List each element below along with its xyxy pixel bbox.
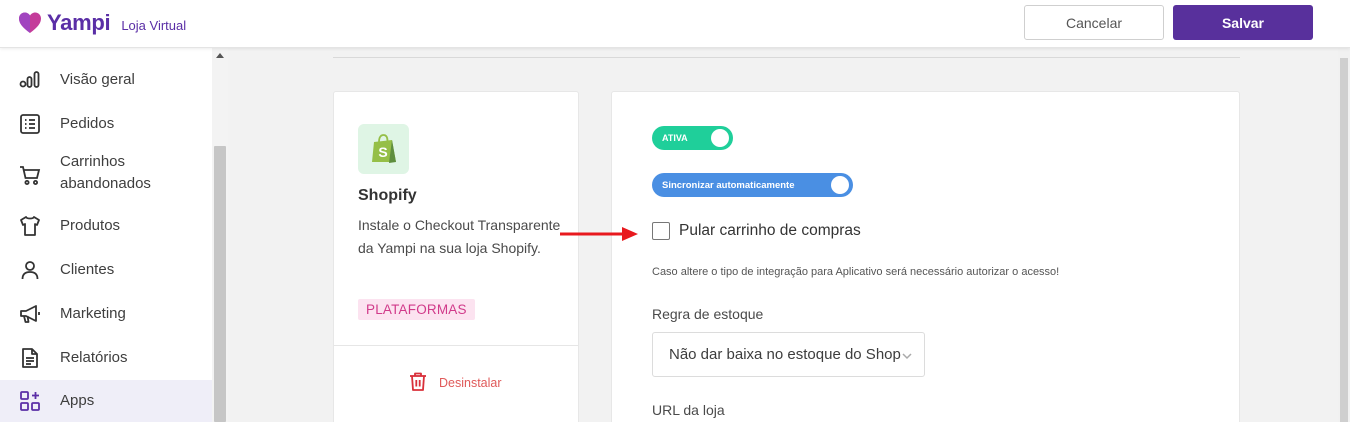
uninstall-label: Desinstalar	[439, 376, 502, 390]
brand-subtitle: Loja Virtual	[121, 17, 187, 33]
scroll-up-arrow-icon[interactable]	[216, 53, 224, 58]
sidebar-item-produtos[interactable]: Produtos	[0, 204, 212, 248]
apps-icon	[19, 390, 41, 412]
svg-text:S: S	[378, 144, 387, 160]
brand-name: Yampi	[47, 10, 111, 35]
sidebar-item-pedidos[interactable]: Pedidos	[0, 102, 212, 146]
app-description: Instale o Checkout Transparente da Yampi…	[358, 217, 561, 256]
save-button[interactable]: Salvar	[1173, 5, 1313, 40]
skip-cart-option[interactable]: Pular carrinho de compras	[652, 222, 861, 240]
sidebar-item-marketing[interactable]: Marketing	[0, 292, 212, 336]
stock-rule-label: Regra de estoque	[652, 306, 764, 322]
card-divider	[334, 345, 578, 346]
sidebar-item-label: Relatórios	[60, 349, 128, 366]
active-toggle[interactable]: ATIVA	[652, 126, 733, 150]
skip-cart-label: Pular carrinho de compras	[679, 222, 861, 239]
active-toggle-label: ATIVA	[662, 133, 688, 143]
section-divider	[333, 57, 1240, 58]
sidebar-item-label: Carrinhos abandonados	[60, 153, 151, 192]
store-url-label: URL da loja	[652, 402, 725, 418]
sidebar-item-carrinhos[interactable]: Carrinhos abandonados	[0, 146, 212, 204]
settings-card: ATIVA Sincronizar automaticamente Pular …	[611, 91, 1240, 422]
app-title: Shopify	[358, 187, 417, 204]
bar-chart-icon	[19, 69, 41, 91]
shirt-icon	[19, 215, 41, 237]
sidebar-item-label: Clientes	[60, 261, 115, 278]
report-icon	[19, 347, 41, 369]
category-tag: PLATAFORMAS	[358, 299, 475, 320]
integration-hint: Caso altere o tipo de integração para Ap…	[652, 266, 1060, 278]
shopify-bag-icon: S	[358, 124, 409, 174]
sidebar-scroll-thumb[interactable]	[214, 146, 226, 422]
cart-icon	[19, 164, 41, 186]
sidebar-item-clientes[interactable]: Clientes	[0, 248, 212, 292]
sidebar-item-label: Visão geral	[60, 71, 135, 88]
skip-cart-checkbox[interactable]	[652, 222, 670, 240]
toggle-knob	[831, 176, 849, 194]
stock-rule-value: Não dar baixa no estoque do Shopify	[669, 346, 901, 363]
sync-toggle[interactable]: Sincronizar automaticamente	[652, 173, 853, 197]
top-header: Yampi Loja Virtual Cancelar Salvar	[0, 0, 1350, 48]
sidebar-item-visao-geral[interactable]: Visão geral	[0, 58, 212, 102]
list-icon	[19, 113, 41, 135]
sidebar-item-label: Produtos	[60, 217, 121, 234]
sidebar-item-label: Marketing	[60, 305, 126, 322]
trash-icon	[409, 372, 427, 394]
yampi-heart-icon	[18, 11, 42, 35]
sync-toggle-label: Sincronizar automaticamente	[662, 180, 795, 191]
stock-rule-select[interactable]: Não dar baixa no estoque do Shopify	[652, 332, 925, 377]
toggle-knob	[711, 129, 729, 147]
uninstall-button[interactable]: Desinstalar	[409, 372, 502, 394]
cancel-button[interactable]: Cancelar	[1024, 5, 1164, 40]
app-card: S Shopify Instale o Checkout Transparent…	[333, 91, 579, 422]
page-scrollbar[interactable]	[1338, 48, 1350, 422]
brand-logo[interactable]: Yampi Loja Virtual	[18, 9, 186, 37]
sidebar-item-apps[interactable]: Apps	[0, 380, 212, 422]
sidebar-item-label: Pedidos	[60, 115, 115, 132]
user-icon	[19, 259, 41, 281]
sidebar-item-label: Apps	[60, 392, 95, 409]
page-scroll-thumb[interactable]	[1340, 58, 1348, 422]
sidebar-item-relatorios[interactable]: Relatórios	[0, 336, 212, 380]
chevron-down-icon	[902, 348, 912, 366]
sidebar-scrollbar[interactable]	[212, 48, 228, 422]
red-arrow-icon	[560, 227, 638, 241]
sidebar: Visão geral Pedidos Carrinhos abandonado…	[0, 48, 228, 422]
megaphone-icon	[19, 303, 41, 325]
